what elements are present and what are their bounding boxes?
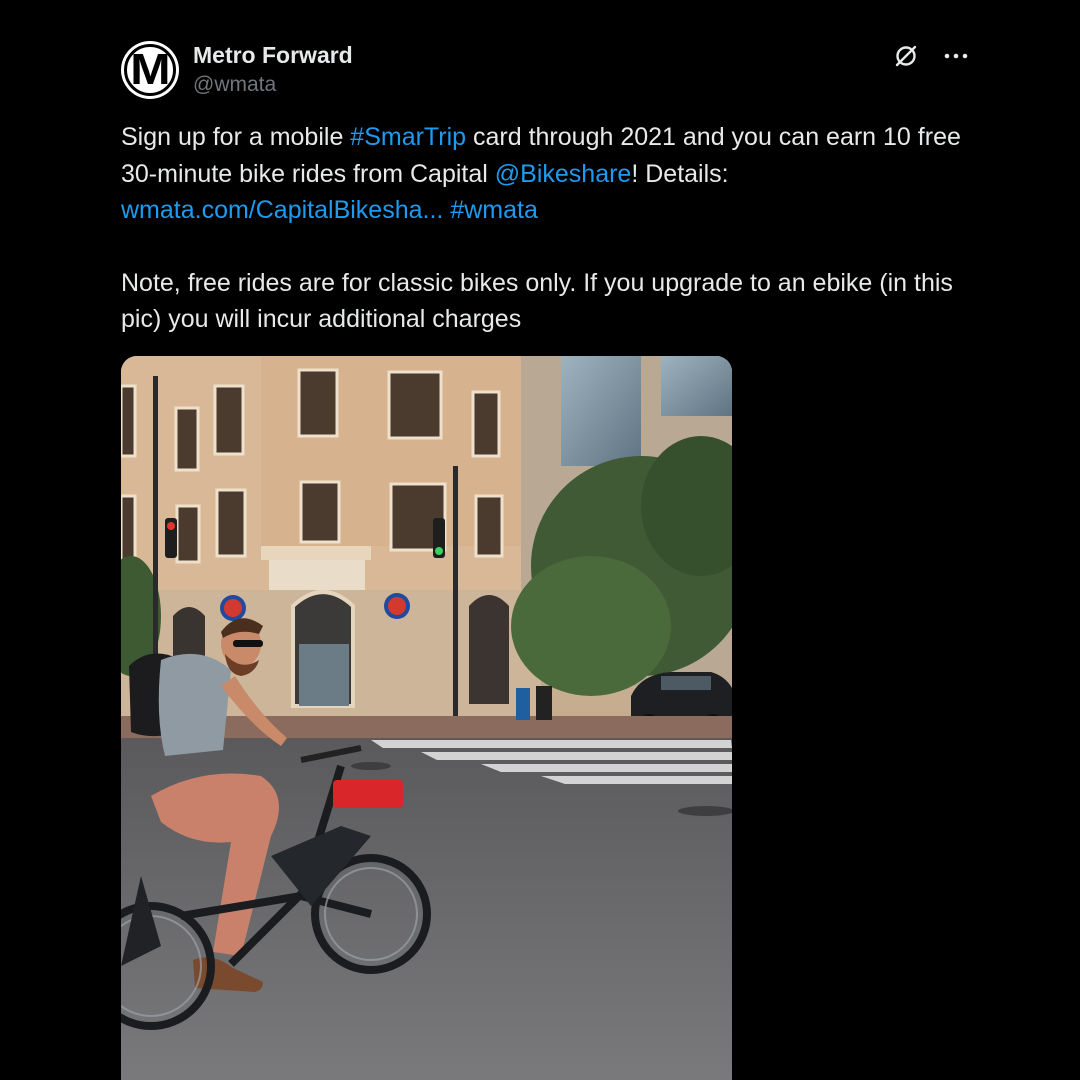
- tweet-header-actions: [890, 40, 972, 72]
- user-handle[interactable]: @wmata: [193, 73, 276, 97]
- more-icon[interactable]: [940, 40, 972, 72]
- hashtag-smartrip-link[interactable]: #SmarTrip: [350, 123, 466, 151]
- photo-illustration: [121, 356, 732, 1080]
- mention-bikeshare-link[interactable]: @Bikeshare: [495, 160, 632, 188]
- tweet-paragraph-1: Sign up for a mobile #SmarTrip card thro…: [121, 119, 961, 229]
- tweet-text: Sign up for a mobile #SmarTrip card thro…: [121, 119, 961, 338]
- hashtag-wmata-link[interactable]: #wmata: [450, 196, 538, 224]
- avatar-logo-letter: M: [130, 45, 170, 94]
- tweet-paragraph-2: Note, free rides are for classic bikes o…: [121, 268, 953, 334]
- display-name[interactable]: Metro Forward: [193, 42, 353, 69]
- text-segment: ! Details:: [631, 159, 729, 188]
- grok-icon[interactable]: [890, 40, 922, 72]
- tweet-page: M Metro Forward @wmata Sign up for a mob…: [0, 0, 1080, 1080]
- tweet-photo[interactable]: [121, 356, 732, 1080]
- avatar[interactable]: M: [121, 41, 179, 99]
- text-segment: card through 2021 and you can earn 10: [466, 123, 911, 151]
- url-link[interactable]: wmata.com/CapitalBikesha...: [121, 196, 443, 224]
- text-segment: Sign up for a mobile: [121, 123, 351, 151]
